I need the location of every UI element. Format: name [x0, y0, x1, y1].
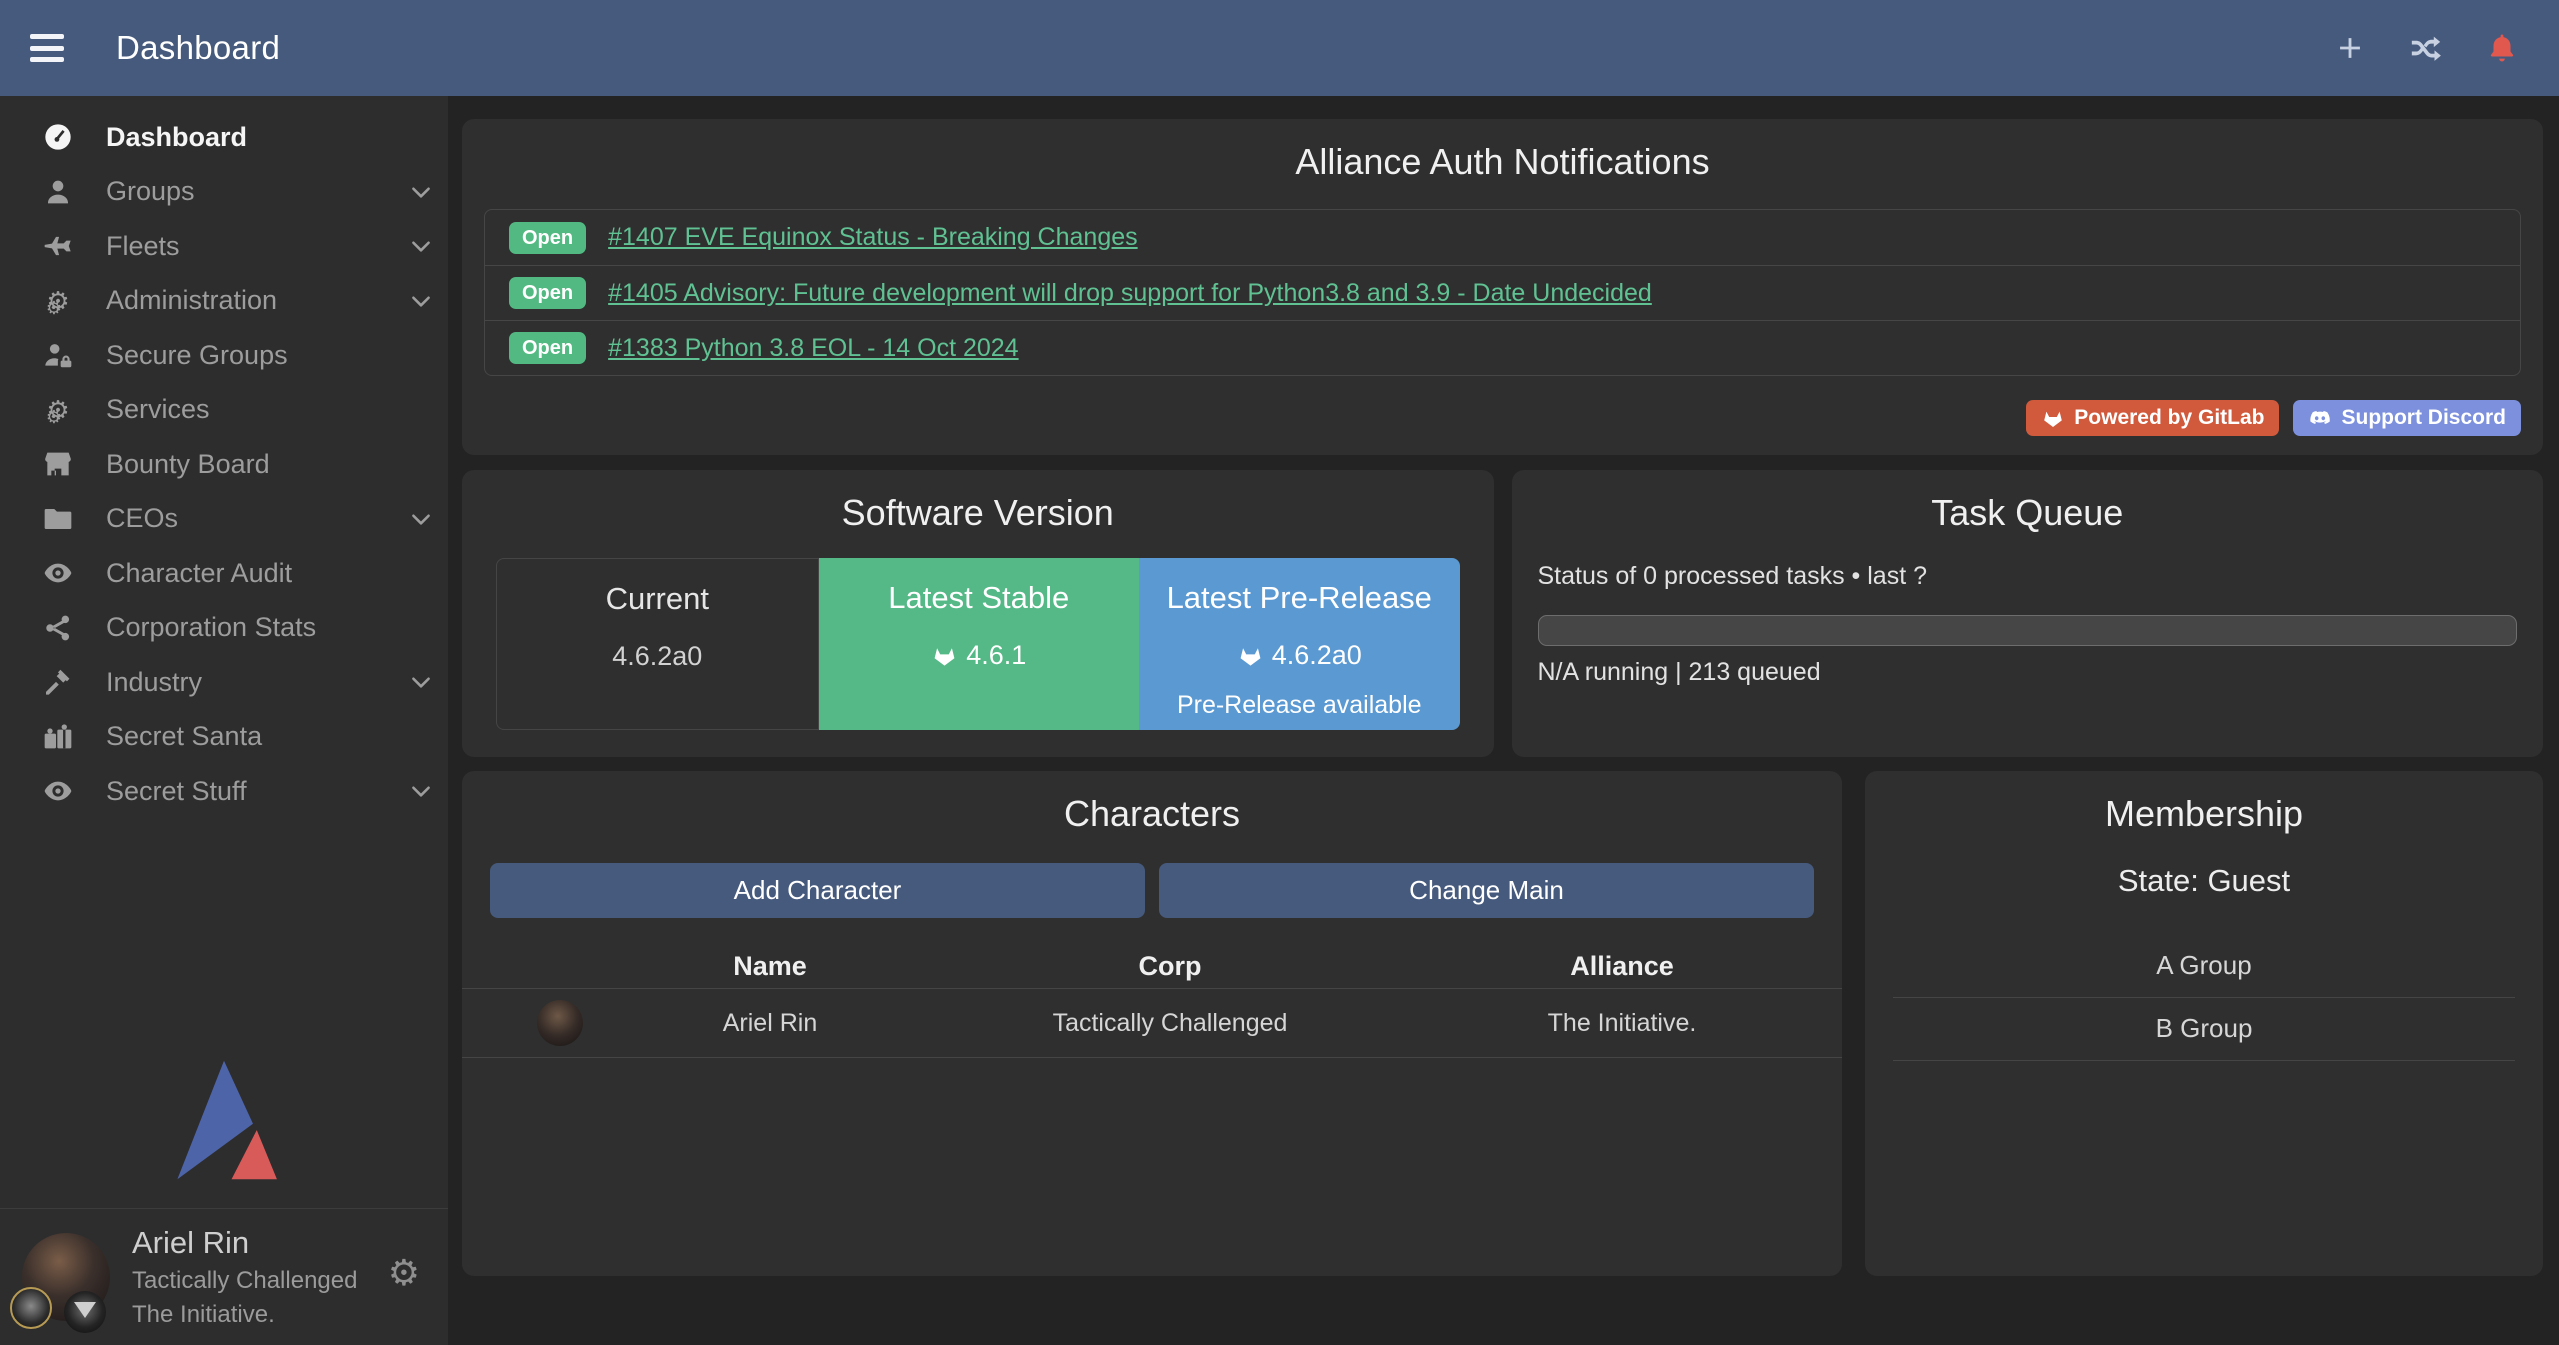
notification-link[interactable]: #1383 Python 3.8 EOL - 14 Oct 2024	[608, 334, 1018, 363]
notifications-title: Alliance Auth Notifications	[462, 119, 2543, 183]
user-corp: Tactically Challenged	[132, 1267, 357, 1295]
character-alliance: The Initiative.	[1430, 1009, 1814, 1038]
version-stable-box: Latest Stable 4.6.1	[819, 558, 1140, 730]
change-main-button[interactable]: Change Main	[1159, 863, 1814, 918]
chevron-down-icon	[408, 506, 434, 532]
alliance-auth-logo	[161, 1056, 287, 1184]
page-title: Dashboard	[116, 29, 280, 67]
sidebar-item-services[interactable]: ⚙⚙ Services	[0, 383, 448, 438]
gears-icon: ⚙⚙	[34, 288, 82, 314]
add-character-button[interactable]: Add Character	[490, 863, 1145, 918]
eye-icon	[34, 557, 82, 589]
characters-panel: Characters Add Character Change Main Nam…	[462, 771, 1842, 1276]
support-discord-badge[interactable]: Support Discord	[2293, 400, 2521, 436]
version-prerelease-box: Latest Pre-Release 4.6.2a0 Pre-Release a…	[1139, 558, 1460, 730]
notification-row: Open #1405 Advisory: Future development …	[485, 265, 2520, 320]
sidebar-item-secret-stuff[interactable]: Secret Stuff	[0, 764, 448, 819]
sidebar-item-administration[interactable]: ⚙⚙ Administration	[0, 274, 448, 329]
sidebar-item-groups[interactable]: Groups	[0, 165, 448, 220]
folder-icon	[34, 503, 82, 535]
menu-icon[interactable]	[30, 34, 64, 62]
status-badge: Open	[509, 222, 586, 254]
plus-icon[interactable]	[2333, 31, 2367, 65]
user-icon	[34, 176, 82, 208]
sidebar: Dashboard Groups Fleets ⚙⚙ Administratio…	[0, 96, 448, 1345]
membership-groups: A Group B Group	[1893, 935, 2515, 1061]
user-name: Ariel Rin	[132, 1225, 357, 1261]
gifts-icon	[34, 721, 82, 753]
task-queue-panel: Task Queue Status of 0 processed tasks •…	[1512, 470, 2544, 757]
sidebar-item-label: Dashboard	[106, 122, 247, 153]
store-icon	[34, 448, 82, 480]
character-avatar	[537, 1000, 583, 1046]
status-badge: Open	[509, 277, 586, 309]
gitlab-icon	[2041, 406, 2065, 430]
character-name: Ariel Rin	[630, 1009, 910, 1038]
group-row: A Group	[1893, 935, 2515, 998]
column-alliance: Alliance	[1430, 951, 1814, 982]
top-navbar: Dashboard	[0, 0, 2559, 96]
sidebar-item-fleets[interactable]: Fleets	[0, 219, 448, 274]
characters-table-header: Name Corp Alliance	[462, 944, 1842, 988]
task-queue-title: Task Queue	[1512, 470, 2544, 534]
character-table-row: Ariel Rin Tactically Challenged The Init…	[462, 988, 1842, 1058]
gitlab-icon	[1237, 642, 1264, 669]
chevron-down-icon	[408, 233, 434, 259]
chevron-down-icon	[408, 179, 434, 205]
gitlab-icon	[931, 642, 958, 669]
sidebar-user-panel: Ariel Rin Tactically Challenged The Init…	[0, 1208, 448, 1345]
character-corp: Tactically Challenged	[910, 1009, 1430, 1038]
sidebar-item-dashboard[interactable]: Dashboard	[0, 110, 448, 165]
column-name: Name	[630, 951, 910, 982]
corp-logo	[10, 1287, 52, 1329]
gears-icon: ⚙⚙	[34, 397, 82, 423]
eye-icon	[34, 775, 82, 807]
version-current-box: Current 4.6.2a0	[496, 558, 819, 730]
sidebar-item-bounty-board[interactable]: Bounty Board	[0, 437, 448, 492]
shuffle-icon[interactable]	[2409, 31, 2443, 65]
sidebar-item-industry[interactable]: Industry	[0, 655, 448, 710]
notifications-list: Open #1407 EVE Equinox Status - Breaking…	[484, 209, 2521, 376]
task-queue-status: Status of 0 processed tasks • last ?	[1538, 562, 2518, 591]
group-row: B Group	[1893, 998, 2515, 1061]
alliance-logo	[64, 1291, 106, 1333]
sidebar-item-secret-santa[interactable]: Secret Santa	[0, 710, 448, 765]
sidebar-item-ceos[interactable]: CEOs	[0, 492, 448, 547]
sidebar-item-character-audit[interactable]: Character Audit	[0, 546, 448, 601]
notification-link[interactable]: #1405 Advisory: Future development will …	[608, 279, 1652, 308]
share-icon	[34, 612, 82, 644]
gauge-icon	[34, 121, 82, 153]
sidebar-item-secure-groups[interactable]: Secure Groups	[0, 328, 448, 383]
software-version-title: Software Version	[462, 470, 1494, 534]
powered-by-gitlab-badge[interactable]: Powered by GitLab	[2026, 400, 2279, 436]
discord-icon	[2308, 406, 2332, 430]
notification-link[interactable]: #1407 EVE Equinox Status - Breaking Chan…	[608, 223, 1138, 252]
chevron-down-icon	[408, 778, 434, 804]
user-avatar	[22, 1233, 110, 1321]
notifications-panel: Alliance Auth Notifications Open #1407 E…	[462, 119, 2543, 455]
chevron-down-icon	[408, 669, 434, 695]
user-lock-icon	[34, 339, 82, 371]
sidebar-item-corporation-stats[interactable]: Corporation Stats	[0, 601, 448, 656]
status-badge: Open	[509, 332, 586, 364]
column-corp: Corp	[910, 951, 1430, 982]
membership-panel: Membership State: Guest A Group B Group	[1865, 771, 2543, 1276]
membership-title: Membership	[1865, 771, 2543, 835]
notification-row: Open #1407 EVE Equinox Status - Breaking…	[485, 210, 2520, 265]
user-alliance: The Initiative.	[132, 1301, 357, 1329]
bell-icon[interactable]	[2485, 31, 2519, 65]
software-version-panel: Software Version Current 4.6.2a0 Latest …	[462, 470, 1494, 757]
chevron-down-icon	[408, 288, 434, 314]
jet-icon	[34, 230, 82, 262]
task-queue-progressbar	[1538, 615, 2518, 646]
task-queue-counts: N/A running | 213 queued	[1538, 658, 2518, 687]
main-content: Alliance Auth Notifications Open #1407 E…	[448, 96, 2559, 1345]
sidebar-menu: Dashboard Groups Fleets ⚙⚙ Administratio…	[0, 96, 448, 819]
settings-gear-icon[interactable]: ⚙	[388, 1255, 420, 1291]
hammer-icon	[34, 666, 82, 698]
characters-title: Characters	[462, 771, 1842, 835]
membership-state: State: Guest	[1865, 863, 2543, 899]
notification-row: Open #1383 Python 3.8 EOL - 14 Oct 2024	[485, 320, 2520, 375]
